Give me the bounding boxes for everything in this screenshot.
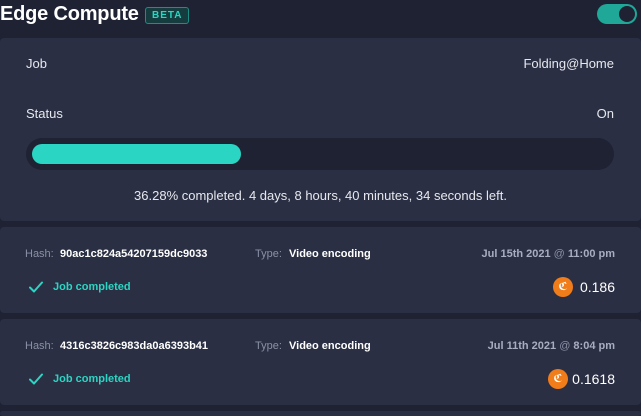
hash-label: Hash: [25, 340, 54, 352]
type-value: Video encoding [289, 340, 371, 352]
job-value: Folding@Home [523, 56, 614, 71]
time: 8:04 pm [573, 340, 615, 352]
history-item-partial [0, 411, 641, 416]
history-item: Hash: 90ac1c824a54207159dc9033 Type: Vid… [0, 227, 641, 313]
current-job-card: Job Folding@Home Status On 36.28% comple… [0, 38, 641, 221]
edge-compute-toggle[interactable] [597, 4, 637, 24]
coin-icon: ℭ [548, 369, 568, 389]
coin-glyph: ℭ [553, 373, 563, 385]
type-label: Type: [255, 248, 282, 260]
timestamp: Jul 11th 2021 @ 8:04 pm [488, 340, 615, 352]
status-text: Job completed [53, 373, 131, 385]
status-value: On [596, 106, 614, 121]
hash-value: 4316c3826c983da0a6393b41 [60, 340, 209, 352]
at-sign: @ [559, 340, 571, 352]
hash-label: Hash: [25, 248, 54, 260]
type-label: Type: [255, 340, 282, 352]
status-label: Status [26, 106, 63, 121]
reward-amount: 0.186 [579, 279, 615, 295]
page-title: Edge Compute [0, 3, 139, 25]
reward-amount: 0.1618 [572, 371, 615, 387]
edge-compute-page: Edge Compute BETA Job Folding@Home Statu… [0, 0, 641, 416]
job-label: Job [26, 56, 47, 71]
header: Edge Compute BETA [0, 0, 641, 30]
at-sign: @ [553, 248, 565, 260]
check-icon [29, 281, 43, 293]
toggle-knob [619, 6, 635, 22]
hash-value: 90ac1c824a54207159dc9033 [60, 248, 208, 260]
progress-fill [32, 144, 241, 164]
coin-glyph: ℭ [558, 281, 568, 293]
progress-text: 36.28% completed. 4 days, 8 hours, 40 mi… [134, 188, 507, 203]
history-item: Hash: 4316c3826c983da0a6393b41 Type: Vid… [0, 319, 641, 405]
progress-bar [26, 138, 614, 170]
beta-badge: BETA [145, 7, 190, 24]
coin-icon: ℭ [553, 277, 573, 297]
check-icon [29, 373, 43, 385]
type-value: Video encoding [289, 248, 371, 260]
status-text: Job completed [53, 281, 131, 293]
timestamp: Jul 15th 2021 @ 11:00 pm [482, 248, 615, 260]
time: 11:00 pm [567, 248, 615, 260]
date: Jul 15th 2021 [481, 248, 551, 260]
date: Jul 11th 2021 [487, 340, 557, 352]
